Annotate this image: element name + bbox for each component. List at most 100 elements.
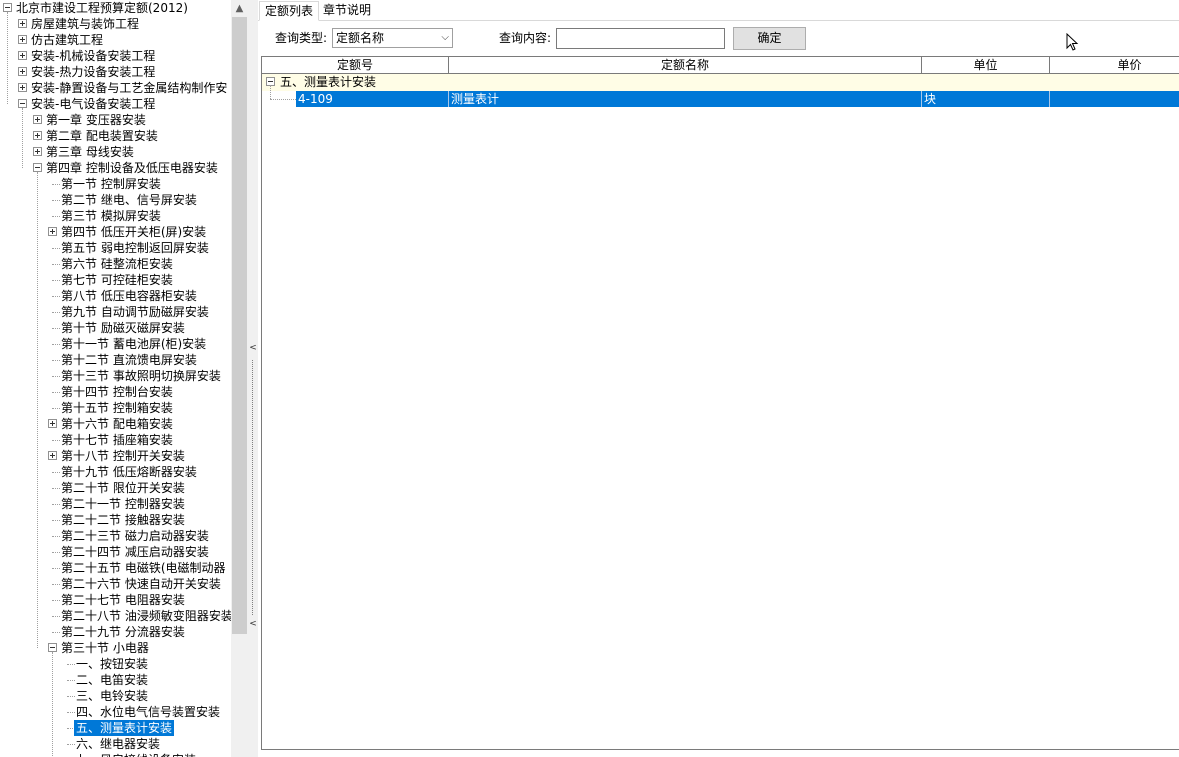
tab-strip: 定额列表 章节说明: [258, 0, 1179, 21]
collapse-icon[interactable]: [18, 99, 27, 108]
expand-icon[interactable]: [18, 51, 27, 60]
tab-quota-list[interactable]: 定额列表: [259, 1, 320, 21]
column-header-code[interactable]: 定额号: [262, 57, 449, 73]
tree-item[interactable]: 第十九节 低压熔断器安装: [0, 464, 231, 480]
cell-name[interactable]: 测量表计: [449, 91, 922, 107]
tree-item[interactable]: 第二十四节 减压启动器安装: [0, 544, 231, 560]
collapse-icon[interactable]: [33, 163, 42, 172]
expand-icon[interactable]: [48, 419, 57, 428]
tree-item[interactable]: 北京市建设工程预算定额(2012): [0, 0, 231, 16]
tree-item[interactable]: 第二十一节 控制器安装: [0, 496, 231, 512]
tree-item[interactable]: 第二十二节 接触器安装: [0, 512, 231, 528]
expand-icon[interactable]: [18, 67, 27, 76]
expand-icon[interactable]: [33, 115, 42, 124]
tree-item[interactable]: 第十四节 控制台安装: [0, 384, 231, 400]
query-type-select[interactable]: 定额名称 ⌵: [332, 28, 453, 48]
expand-icon[interactable]: [48, 227, 57, 236]
column-header-unit[interactable]: 单位: [922, 57, 1050, 73]
panel-splitter[interactable]: < <: [248, 0, 258, 757]
tree-item[interactable]: 第十节 励磁灭磁屏安装: [0, 320, 231, 336]
column-header-price[interactable]: 单价: [1050, 57, 1179, 73]
tree-item[interactable]: 一、按钮安装: [0, 656, 231, 672]
chevron-left-icon[interactable]: <: [249, 343, 257, 353]
tree-item-label: 五、测量表计安装: [74, 720, 175, 736]
tree-item-label: 第二十七节 电阻器安装: [61, 593, 185, 607]
tree-item[interactable]: 第十七节 插座箱安装: [0, 432, 231, 448]
tree-scrollbar-thumb[interactable]: [232, 17, 247, 634]
tree-item[interactable]: 第四节 低压开关柜(屏)安装: [0, 224, 231, 240]
expand-icon[interactable]: [18, 83, 27, 92]
tree-item-label: 第七节 可控硅柜安装: [61, 273, 173, 287]
cell-unit[interactable]: 块: [922, 91, 1050, 107]
tree-item[interactable]: 安装-机械设备安装工程: [0, 48, 231, 64]
tree-item[interactable]: 第二章 配电装置安装: [0, 128, 231, 144]
tree-item[interactable]: 第二十五节 电磁铁(电磁制动器: [0, 560, 231, 576]
grid-header: 定额号 定额名称 单位 单价: [262, 57, 1179, 74]
tree-item[interactable]: 六、继电器安装: [0, 736, 231, 752]
tree-item[interactable]: 安装-热力设备安装工程: [0, 64, 231, 80]
tree-item[interactable]: 第三十节 小电器: [0, 640, 231, 656]
tree-item[interactable]: 第二十八节 油浸频敏变阻器安装: [0, 608, 231, 624]
tree-item[interactable]: 四、水位电气信号装置安装: [0, 704, 231, 720]
tree-item[interactable]: 第五节 弱电控制返回屏安装: [0, 240, 231, 256]
query-bar: 查询类型: 定额名称 ⌵ 查询内容: 确定: [258, 22, 1179, 56]
column-header-name[interactable]: 定额名称: [449, 57, 922, 73]
tree-item-label: 第十五节 控制箱安装: [61, 401, 173, 415]
tree-item[interactable]: 第二十六节 快速自动开关安装: [0, 576, 231, 592]
expand-icon[interactable]: [48, 451, 57, 460]
tree-item[interactable]: 第十三节 事故照明切换屏安装: [0, 368, 231, 384]
tree-item[interactable]: 房屋建筑与装饰工程: [0, 16, 231, 32]
expand-icon[interactable]: [33, 131, 42, 140]
expand-icon[interactable]: [18, 19, 27, 28]
expand-icon[interactable]: [33, 147, 42, 156]
tree-item[interactable]: 第十五节 控制箱安装: [0, 400, 231, 416]
tree-item[interactable]: 第十二节 直流馈电屏安装: [0, 352, 231, 368]
tree-item-label: 北京市建设工程预算定额(2012): [16, 1, 188, 15]
tree-item[interactable]: 第二十三节 磁力启动器安装: [0, 528, 231, 544]
tree-item[interactable]: 第一章 变压器安装: [0, 112, 231, 128]
tree-item[interactable]: 第九节 自动调节励磁屏安装: [0, 304, 231, 320]
tree-item-label: 第二十二节 接触器安装: [61, 513, 185, 527]
expand-icon[interactable]: [18, 35, 27, 44]
tree-item[interactable]: 第三章 母线安装: [0, 144, 231, 160]
tree-item[interactable]: 二、电笛安装: [0, 672, 231, 688]
tree-item[interactable]: 仿古建筑工程: [0, 32, 231, 48]
tree-item[interactable]: 第十一节 蓄电池屏(柜)安装: [0, 336, 231, 352]
tree-item-label: 第二十四节 减压启动器安装: [61, 545, 209, 559]
tab-chapter-notes[interactable]: 章节说明: [318, 1, 376, 21]
tree-item[interactable]: 第十八节 控制开关安装: [0, 448, 231, 464]
tree-item[interactable]: 第七节 可控硅柜安装: [0, 272, 231, 288]
tree-item[interactable]: 第六节 硅整流柜安装: [0, 256, 231, 272]
tree-item[interactable]: 五、测量表计安装: [0, 720, 231, 736]
query-content-input[interactable]: [556, 28, 725, 49]
tree-item[interactable]: 第八节 低压电容器柜安装: [0, 288, 231, 304]
chevron-left-icon[interactable]: <: [249, 619, 257, 629]
table-row[interactable]: 4-109 测量表计 块: [262, 91, 1179, 107]
cell-price[interactable]: [1050, 91, 1179, 107]
tree-item-label: 第二十八节 油浸频敏变阻器安装: [61, 609, 231, 623]
tree-item-label: 安装-热力设备安装工程: [31, 65, 156, 79]
tree-scrollbar[interactable]: ▲: [231, 0, 248, 757]
chevron-down-icon[interactable]: ⌵: [441, 29, 449, 47]
tree-item[interactable]: 第四章 控制设备及低压电器安装: [0, 160, 231, 176]
tree-item-label: 房屋建筑与装饰工程: [31, 17, 140, 31]
tree-item[interactable]: 第二节 继电、信号屏安装: [0, 192, 231, 208]
tree-item[interactable]: 安装-静置设备与工艺金属结构制作安: [0, 80, 231, 96]
tree-item[interactable]: 七、风扇接线设备安装: [0, 752, 231, 757]
grid-group-row[interactable]: 五、测量表计安装: [262, 74, 1179, 91]
cell-code[interactable]: 4-109: [296, 91, 449, 107]
tree-item[interactable]: 第二十七节 电阻器安装: [0, 592, 231, 608]
tree-item[interactable]: 第十六节 配电箱安装: [0, 416, 231, 432]
scroll-up-arrow-icon[interactable]: ▲: [231, 0, 248, 17]
tree-item[interactable]: 第二十九节 分流器安装: [0, 624, 231, 640]
tree-item[interactable]: 三、电铃安装: [0, 688, 231, 704]
tree-item[interactable]: 第三节 模拟屏安装: [0, 208, 231, 224]
tree-item[interactable]: 安装-电气设备安装工程: [0, 96, 231, 112]
collapse-icon[interactable]: [48, 643, 57, 652]
confirm-button[interactable]: 确定: [733, 27, 806, 50]
tree-item[interactable]: 第一节 控制屏安装: [0, 176, 231, 192]
splitter-grip[interactable]: [252, 360, 253, 615]
tree-item[interactable]: 第二十节 限位开关安装: [0, 480, 231, 496]
chapter-tree-panel: 北京市建设工程预算定额(2012) 房屋建筑与装饰工程 仿古建筑工程 安装-机械设备安…: [0, 0, 248, 757]
collapse-icon[interactable]: [3, 3, 12, 12]
